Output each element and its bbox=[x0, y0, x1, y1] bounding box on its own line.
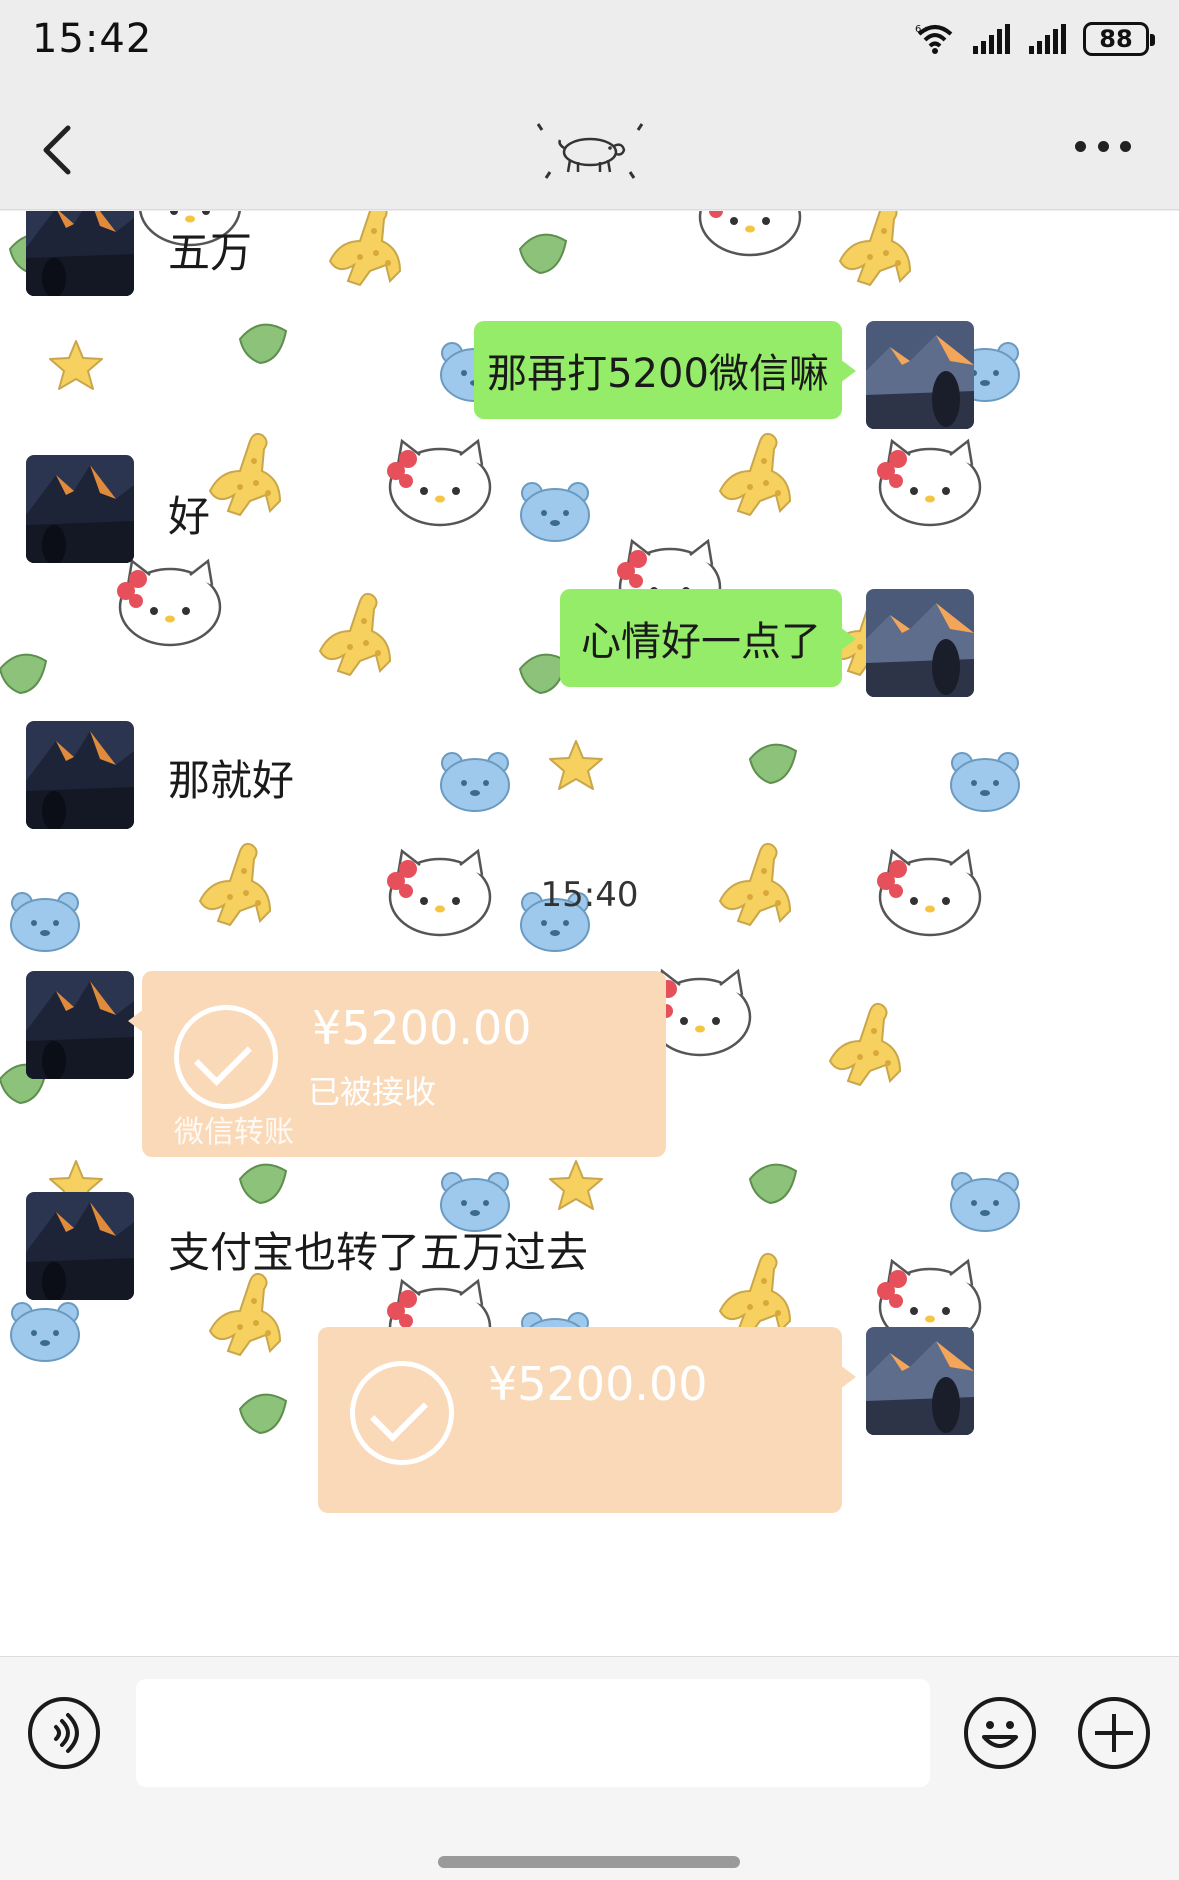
message-text: 五万 bbox=[168, 228, 253, 277]
message-text: 好 bbox=[168, 492, 211, 541]
battery-level: 88 bbox=[1099, 25, 1133, 53]
contact-avatar[interactable] bbox=[26, 721, 134, 829]
signal-icon bbox=[973, 24, 1010, 54]
plus-icon[interactable] bbox=[1078, 1697, 1150, 1769]
transfer-card[interactable]: ¥5200.00 bbox=[318, 1327, 856, 1513]
status-icons: 6 88 bbox=[915, 22, 1155, 56]
self-avatar[interactable] bbox=[866, 321, 974, 429]
check-circle-icon bbox=[174, 1005, 278, 1109]
transfer-status: 已被接收 bbox=[308, 1073, 437, 1111]
svg-text:6: 6 bbox=[915, 24, 921, 35]
message-text: 支付宝也转了五万过去 bbox=[168, 1228, 589, 1277]
chat-area[interactable]: 五万 那再打5200微信嘛 好 心情好一点了 那就好 15:40 ¥5200.0… bbox=[0, 211, 1179, 1656]
nav-bar bbox=[0, 90, 1179, 210]
message-input[interactable] bbox=[136, 1679, 930, 1787]
transfer-amount: ¥5200.00 bbox=[488, 1357, 708, 1411]
contact-avatar[interactable] bbox=[26, 455, 134, 563]
transfer-card[interactable]: ¥5200.00 已被接收 微信转账 bbox=[128, 971, 666, 1157]
battery-indicator: 88 bbox=[1083, 22, 1155, 56]
emoji-icon[interactable] bbox=[964, 1697, 1036, 1769]
transfer-amount: ¥5200.00 bbox=[312, 1001, 532, 1055]
contact-avatar[interactable] bbox=[26, 971, 134, 1079]
message-bubble-sent[interactable]: 那再打5200微信嘛 bbox=[474, 321, 856, 419]
transfer-footer: 微信转账 bbox=[174, 1115, 294, 1150]
message-text: 那就好 bbox=[168, 756, 295, 805]
self-avatar[interactable] bbox=[866, 589, 974, 697]
home-indicator[interactable] bbox=[438, 1856, 740, 1868]
contact-avatar[interactable] bbox=[26, 1192, 134, 1300]
wifi-icon: 6 bbox=[915, 24, 953, 54]
more-dots-icon[interactable] bbox=[1075, 134, 1131, 158]
check-circle-icon bbox=[350, 1361, 454, 1465]
self-avatar[interactable] bbox=[866, 1327, 974, 1435]
voice-icon[interactable] bbox=[28, 1697, 100, 1769]
status-time: 15:42 bbox=[32, 16, 153, 62]
chevron-left-icon[interactable] bbox=[38, 124, 78, 176]
contact-avatar[interactable] bbox=[26, 211, 134, 296]
signal-icon bbox=[1029, 24, 1066, 54]
message-bubble-sent[interactable]: 心情好一点了 bbox=[560, 589, 856, 687]
pig-doodle-icon bbox=[536, 123, 644, 179]
message-timestamp: 15:40 bbox=[540, 875, 639, 915]
input-bar bbox=[0, 1656, 1179, 1880]
status-bar: 15:42 6 88 bbox=[0, 0, 1179, 90]
